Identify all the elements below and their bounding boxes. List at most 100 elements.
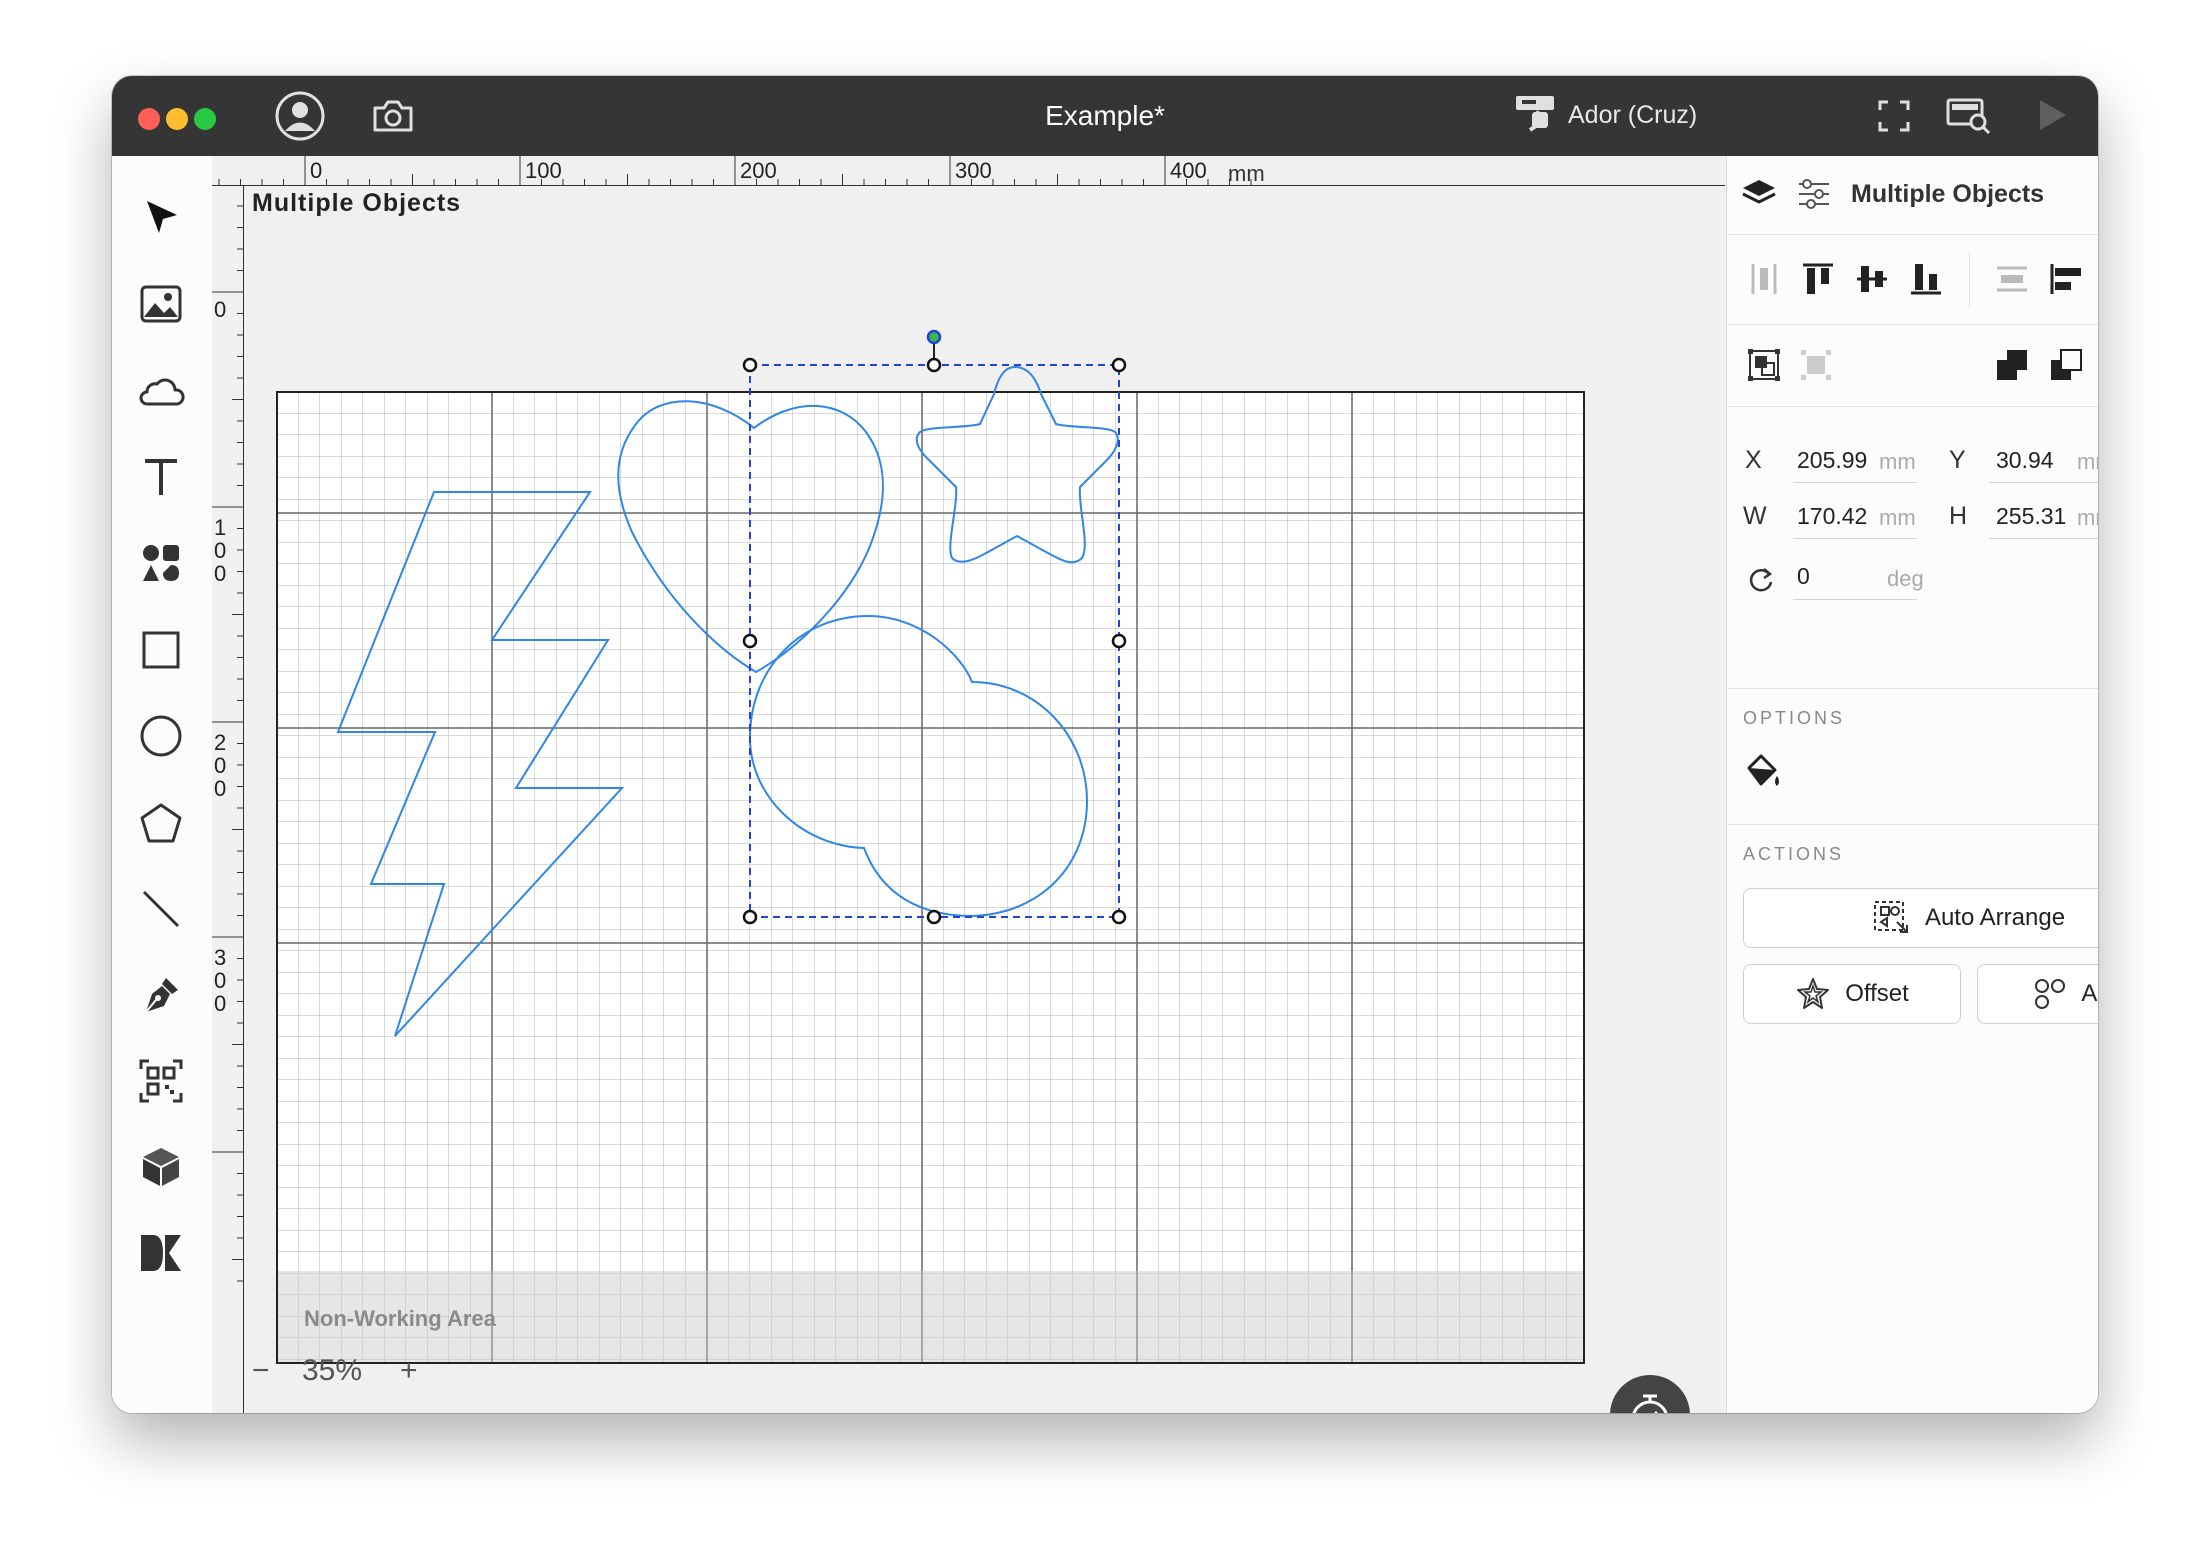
options-title: OPTIONS — [1743, 708, 1846, 728]
separator — [1727, 324, 2098, 325]
resize-handle[interactable] — [926, 357, 942, 373]
title-bar: Example* Ador (Cruz) — [112, 76, 2098, 156]
array-icon — [2033, 977, 2067, 1011]
ungroup-icon[interactable] — [1799, 348, 1833, 382]
offset-label: Offset — [1845, 980, 1909, 1007]
preview-search-icon[interactable] — [1946, 96, 1992, 136]
subtract-icon[interactable] — [2049, 348, 2083, 382]
cursor-icon[interactable] — [130, 186, 192, 248]
ruler-digit: 3 — [214, 945, 227, 970]
object-settings-icon[interactable] — [1797, 178, 1831, 210]
rotation-unit: deg — [1887, 566, 1924, 591]
cloud-icon[interactable] — [130, 360, 192, 422]
zoom-in-button[interactable]: + — [400, 1354, 418, 1388]
x-underline — [1793, 482, 1917, 483]
ruler-label: 200 — [740, 158, 777, 183]
dxf-import-icon[interactable] — [130, 1222, 192, 1284]
ruler-unit: mm — [1228, 161, 1265, 186]
ruler-label: 300 — [955, 158, 992, 183]
zoom-out-button[interactable]: − — [252, 1354, 270, 1388]
pen-icon[interactable] — [130, 964, 192, 1026]
align-top-icon[interactable] — [1801, 262, 1835, 296]
ruler-label: 0 — [310, 158, 323, 183]
ruler-label-200: 2 0 0 — [214, 731, 226, 800]
non-working-area-label: Non-Working Area — [304, 1306, 497, 1331]
canvas-area[interactable]: Non-Working Area — [244, 186, 1725, 1413]
ruler-label: 400 — [1170, 158, 1207, 183]
align-middle-icon[interactable] — [1855, 262, 1889, 296]
layers-icon[interactable] — [1741, 178, 1777, 210]
resize-handle[interactable] — [742, 633, 758, 649]
line-icon[interactable] — [130, 878, 192, 940]
fullscreen-icon[interactable] — [1878, 100, 1910, 132]
h-unit: mm — [2077, 505, 2098, 530]
resize-handle[interactable] — [742, 909, 758, 925]
window-title: Example* — [1045, 100, 1165, 131]
shapes-icon[interactable] — [130, 532, 192, 594]
resize-handle[interactable] — [1111, 357, 1127, 373]
separator — [1727, 688, 2098, 689]
distribute-horizontal-icon[interactable] — [1995, 262, 2029, 296]
ruler-label: 100 — [525, 158, 562, 183]
resize-handle[interactable] — [742, 357, 758, 373]
y-label: Y — [1949, 446, 1966, 474]
selection-label: Multiple Objects — [252, 189, 462, 217]
auto-arrange-button[interactable]: Auto Arrange — [1743, 888, 2098, 948]
auto-arrange-label: Auto Arrange — [1924, 904, 2066, 931]
resize-handle[interactable] — [926, 909, 942, 925]
auto-arrange-icon — [1873, 900, 1911, 936]
array-button[interactable]: Array — [1977, 964, 2098, 1024]
panel-title: Multiple Objects — [1851, 180, 2045, 208]
align-bottom-icon[interactable] — [1909, 262, 1943, 296]
distribute-vertical-icon[interactable] — [1747, 262, 1781, 296]
laser-device-icon[interactable] — [1514, 94, 1558, 134]
ellipse-icon[interactable] — [130, 705, 192, 767]
play-icon[interactable] — [2038, 98, 2068, 132]
qr-code-icon[interactable] — [130, 1050, 192, 1112]
array-label: Array — [2081, 980, 2098, 1007]
fill-bucket-icon[interactable] — [1745, 752, 1783, 790]
rotate-icon — [1747, 566, 1775, 594]
image-icon[interactable] — [130, 273, 192, 335]
ruler-digit: 0 — [214, 991, 227, 1016]
left-toolbar — [112, 156, 213, 1413]
y-input[interactable]: 30.94 — [1996, 447, 2054, 474]
polygon-icon[interactable] — [130, 792, 192, 854]
rotate-handle[interactable] — [926, 329, 942, 345]
ruler-digit: 0 — [214, 538, 227, 563]
timer-button[interactable] — [1610, 1375, 1690, 1413]
resize-handle[interactable] — [1111, 909, 1127, 925]
resize-handle[interactable] — [1111, 633, 1127, 649]
zoom-level: 35% — [302, 1354, 363, 1387]
align-left-icon[interactable] — [2049, 262, 2083, 296]
ruler-label-300: 3 0 0 — [214, 946, 226, 1015]
ruler-digit: 0 — [214, 753, 227, 778]
text-icon[interactable] — [130, 446, 192, 508]
h-input[interactable]: 255.31 — [1996, 503, 2066, 530]
separator — [1727, 406, 2098, 407]
h-label: H — [1949, 502, 1968, 530]
right-panel: Multiple Objects X 205.99 mm Y 30.94 m W… — [1726, 156, 2098, 1413]
y-unit: mm — [2077, 449, 2098, 474]
offset-button[interactable]: Offset — [1743, 964, 1961, 1024]
panel-header: Multiple Objects — [1727, 156, 2098, 235]
rectangle-icon[interactable] — [130, 619, 192, 681]
x-label: X — [1745, 446, 1762, 474]
separator — [1727, 824, 2098, 825]
app-window: Example* Ador (Cruz) 0 100 200 300 400 m… — [112, 76, 2098, 1413]
union-icon[interactable] — [1995, 348, 2029, 382]
horizontal-ruler: 0 100 200 300 400 mm — [212, 156, 1725, 186]
offset-star-icon — [1795, 977, 1831, 1011]
workspace-canvas[interactable]: Non-Working Area — [244, 186, 1725, 1413]
w-label: W — [1743, 502, 1767, 530]
ruler-digit: 0 — [214, 561, 227, 586]
x-input[interactable]: 205.99 — [1797, 447, 1877, 474]
device-name[interactable]: Ador (Cruz) — [1568, 101, 1697, 130]
w-unit: mm — [1879, 505, 1916, 530]
divider — [1969, 252, 1970, 308]
box-icon[interactable] — [130, 1136, 192, 1198]
w-input[interactable]: 170.42 — [1797, 503, 1867, 530]
ruler-digit: 2 — [214, 730, 227, 755]
group-objects-icon[interactable] — [1747, 348, 1781, 382]
rotation-input[interactable]: 0 — [1797, 563, 1810, 590]
